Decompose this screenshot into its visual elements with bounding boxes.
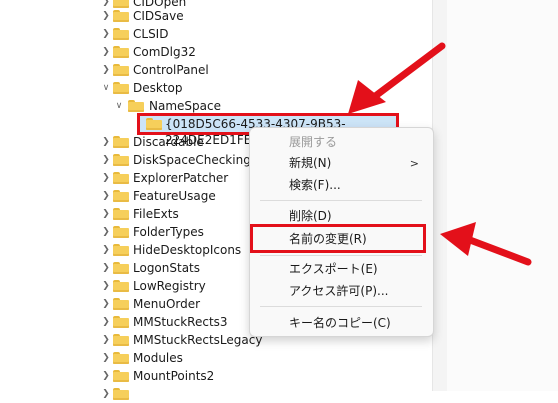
tree-item-mmstuckrectslegacy[interactable]: MMStuckRectsLegacy xyxy=(133,331,262,349)
chevron-right-icon[interactable]: ❯ xyxy=(101,25,111,43)
chevron-down-icon[interactable]: ∨ xyxy=(114,97,124,115)
folder-icon xyxy=(112,225,130,239)
tree-item-menuorder[interactable]: MenuOrder xyxy=(133,295,200,313)
tree-item-desktop[interactable]: Desktop xyxy=(133,79,183,97)
tree-item-featureusage[interactable]: FeatureUsage xyxy=(133,187,216,205)
folder-icon xyxy=(112,279,130,293)
chevron-right-icon[interactable]: ❯ xyxy=(101,367,111,385)
tree-item-lowregistry[interactable]: LowRegistry xyxy=(133,277,206,295)
folder-icon xyxy=(112,0,130,9)
chevron-down-icon[interactable]: ∨ xyxy=(101,79,111,97)
rename-highlight-box xyxy=(250,224,426,253)
tree-item-comdlg32[interactable]: ComDlg32 xyxy=(133,43,196,61)
menu-item-delete[interactable]: 削除(D) xyxy=(289,206,332,226)
annotation-arrow-icon xyxy=(440,222,532,266)
menu-separator xyxy=(260,255,422,256)
annotation-arrow-icon xyxy=(348,42,446,114)
chevron-right-icon[interactable]: ❯ xyxy=(101,151,111,169)
folder-icon xyxy=(112,297,130,311)
tree-item-hidedesktopicons[interactable]: HideDesktopIcons xyxy=(133,241,241,259)
chevron-right-icon[interactable]: ❯ xyxy=(101,295,111,313)
menu-separator xyxy=(260,200,422,201)
chevron-right-icon[interactable]: ❯ xyxy=(101,133,111,151)
tree-item-logonstats[interactable]: LogonStats xyxy=(133,259,200,277)
menu-item-find[interactable]: 検索(F)... xyxy=(289,175,341,195)
tree-item-foldertypes[interactable]: FolderTypes xyxy=(133,223,204,241)
folder-icon xyxy=(112,369,130,383)
chevron-right-icon[interactable]: ❯ xyxy=(101,169,111,187)
tree-item-diskspacechecking[interactable]: DiskSpaceChecking xyxy=(133,151,251,169)
tree-item-fileexts[interactable]: FileExts xyxy=(133,205,179,223)
menu-item-copy-key-name[interactable]: キー名のコピー(C) xyxy=(289,313,391,333)
menu-item-permissions[interactable]: アクセス許可(P)... xyxy=(289,281,388,301)
folder-icon xyxy=(127,99,145,113)
chevron-right-icon[interactable]: ❯ xyxy=(101,277,111,295)
folder-icon xyxy=(112,189,130,203)
folder-icon xyxy=(112,261,130,275)
tree-item-modules[interactable]: Modules xyxy=(133,349,183,367)
folder-icon xyxy=(112,333,130,347)
menu-item-export[interactable]: エクスポート(E) xyxy=(289,259,378,279)
chevron-right-icon[interactable]: ❯ xyxy=(101,241,111,259)
chevron-right-icon[interactable]: ❯ xyxy=(101,331,111,349)
tree-item-mmstuckrects3[interactable]: MMStuckRects3 xyxy=(133,313,228,331)
tree-item-controlpanel[interactable]: ControlPanel xyxy=(133,61,209,79)
folder-icon xyxy=(112,207,130,221)
chevron-right-icon[interactable]: ❯ xyxy=(101,205,111,223)
values-pane xyxy=(447,0,558,391)
chevron-right-icon[interactable]: ❯ xyxy=(101,61,111,79)
chevron-right-icon[interactable]: ❯ xyxy=(101,223,111,241)
tree-item-discardable[interactable]: Discardable xyxy=(133,133,204,151)
folder-icon xyxy=(112,27,130,41)
folder-icon xyxy=(145,117,163,131)
folder-icon xyxy=(112,153,130,167)
tree-item-mountpoints2[interactable]: MountPoints2 xyxy=(133,367,214,385)
chevron-right-icon[interactable]: ❯ xyxy=(101,349,111,367)
folder-icon xyxy=(112,171,130,185)
folder-icon xyxy=(112,9,130,23)
folder-icon xyxy=(112,351,130,365)
folder-icon xyxy=(112,63,130,77)
tree-item-clsid[interactable]: CLSID xyxy=(133,25,168,43)
folder-icon xyxy=(112,45,130,59)
folder-icon xyxy=(112,387,130,401)
folder-icon xyxy=(112,243,130,257)
chevron-right-icon[interactable]: ❯ xyxy=(101,385,111,403)
menu-item-new[interactable]: 新規(N) xyxy=(289,153,331,173)
chevron-right-icon[interactable]: ❯ xyxy=(101,259,111,277)
tree-item-explorerpatcher[interactable]: ExplorerPatcher xyxy=(133,169,228,187)
folder-icon xyxy=(112,315,130,329)
menu-separator xyxy=(260,306,422,307)
chevron-right-icon[interactable]: ❯ xyxy=(101,187,111,205)
tree-item-cidsave[interactable]: CIDSave xyxy=(133,7,184,25)
chevron-right-icon: > xyxy=(409,157,419,170)
chevron-right-icon[interactable]: ❯ xyxy=(101,43,111,61)
chevron-right-icon[interactable]: ❯ xyxy=(101,313,111,331)
menu-item-expand[interactable]: 展開する xyxy=(289,132,337,152)
chevron-right-icon[interactable]: ❯ xyxy=(101,7,111,25)
folder-icon xyxy=(112,81,130,95)
folder-icon xyxy=(112,135,130,149)
